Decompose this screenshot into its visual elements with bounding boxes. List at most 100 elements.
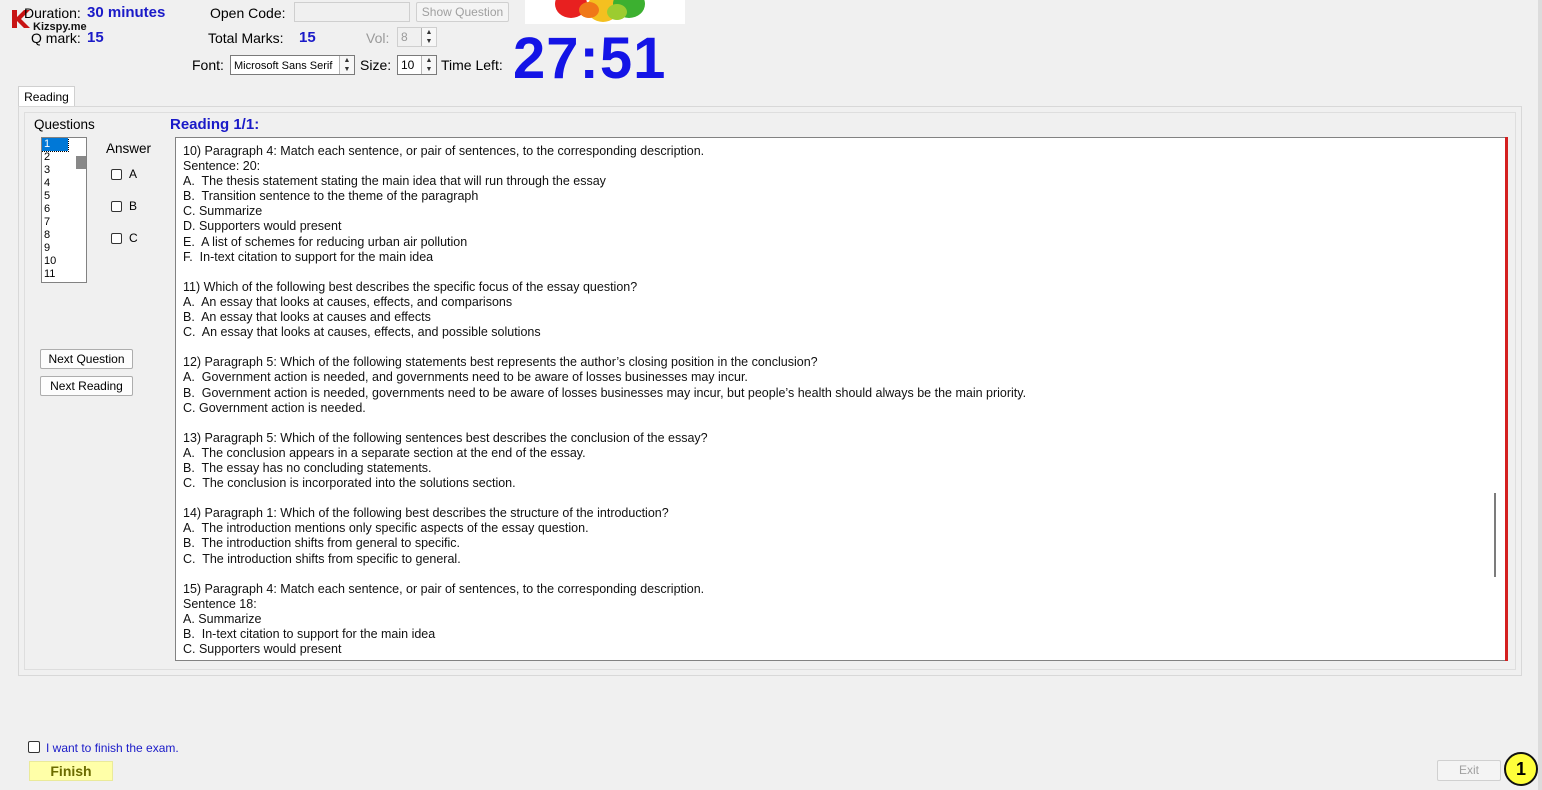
font-value: Microsoft Sans Serif bbox=[234, 60, 333, 72]
reading-line: C. Supporters would present bbox=[183, 642, 342, 657]
list-item[interactable]: 6 bbox=[42, 203, 68, 216]
total-marks-value: 15 bbox=[299, 29, 316, 46]
duration-value: 30 minutes bbox=[87, 4, 166, 21]
size-spin-buttons[interactable]: ▲ ▼ bbox=[421, 56, 436, 74]
reading-line: Sentence 18: bbox=[183, 596, 257, 611]
qmark-label: Q mark: bbox=[31, 30, 81, 46]
reading-title: Reading 1/1: bbox=[170, 116, 260, 133]
reading-line: C. An essay that looks at causes, effect… bbox=[183, 325, 541, 340]
reading-line: 10) Paragraph 4: Match each sentence, or… bbox=[183, 144, 705, 158]
answer-b-label: B bbox=[129, 199, 138, 213]
next-reading-button[interactable]: Next Reading bbox=[40, 376, 133, 396]
finish-button[interactable]: Finish bbox=[29, 761, 113, 781]
reading-line bbox=[183, 567, 1026, 582]
time-left-value: 27:51 bbox=[513, 26, 667, 91]
list-item[interactable]: 8 bbox=[42, 229, 68, 242]
exit-button[interactable]: Exit bbox=[1437, 760, 1501, 781]
list-item[interactable]: 1 bbox=[42, 138, 69, 152]
duration-label: Duration: bbox=[24, 5, 81, 21]
size-value: 10 bbox=[401, 58, 415, 72]
answer-b-checkbox[interactable] bbox=[111, 201, 122, 212]
window-edge bbox=[1538, 0, 1542, 790]
questions-list[interactable]: 1 2 3 4 5 6 7 8 9 10 11 bbox=[41, 137, 87, 283]
font-spin-buttons[interactable]: ▲ ▼ bbox=[339, 56, 354, 74]
answer-a-label: A bbox=[129, 167, 138, 181]
reading-line: 13) Paragraph 5: Which of the following … bbox=[183, 430, 708, 445]
reading-line: C. Summarize bbox=[183, 204, 263, 219]
reading-textbox[interactable]: 10) Paragraph 4: Match each sentence, or… bbox=[175, 137, 1506, 661]
open-code-label: Open Code: bbox=[210, 5, 286, 21]
up-arrow-icon[interactable]: ▲ bbox=[422, 28, 436, 37]
answer-a-checkbox[interactable] bbox=[111, 169, 122, 180]
size-label: Size: bbox=[360, 57, 392, 73]
reading-line: B. The essay has no concluding statement… bbox=[183, 460, 432, 475]
qmark-value: 15 bbox=[87, 29, 104, 46]
reading-line bbox=[183, 265, 1026, 280]
answer-c-label: C bbox=[129, 231, 138, 245]
time-left-label: Time Left: bbox=[441, 57, 503, 73]
reading-content: 10) Paragraph 4: Match each sentence, or… bbox=[183, 144, 1026, 657]
reading-line: 12) Paragraph 5: Which of the following … bbox=[183, 355, 818, 370]
reading-line: B. Government action is needed, governme… bbox=[183, 385, 1027, 400]
reading-line: A. An essay that looks at causes, effect… bbox=[183, 294, 513, 309]
list-item[interactable]: 7 bbox=[42, 216, 68, 229]
show-question-button[interactable]: Show Question bbox=[416, 2, 509, 22]
finish-exam-checkbox[interactable] bbox=[28, 741, 40, 753]
reading-line: 14) Paragraph 1: Which of the following … bbox=[183, 506, 669, 521]
reading-line: C. Government action is needed. bbox=[183, 400, 366, 415]
reading-line: C. The introduction shifts from specific… bbox=[183, 551, 461, 566]
leaves-icon bbox=[555, 0, 645, 22]
banner-image bbox=[525, 0, 685, 24]
reading-line: Sentence: 20: bbox=[183, 159, 261, 174]
list-item[interactable]: 9 bbox=[42, 242, 68, 255]
vol-value: 8 bbox=[401, 30, 408, 44]
step-badge: 1 bbox=[1504, 752, 1538, 786]
reading-line: A. The conclusion appears in a separate … bbox=[183, 445, 586, 460]
open-code-input[interactable] bbox=[294, 2, 410, 22]
vol-stepper[interactable]: 8 ▲ ▼ bbox=[397, 27, 437, 47]
reading-line: B. An essay that looks at causes and eff… bbox=[183, 310, 431, 325]
finish-exam-label: I want to finish the exam. bbox=[46, 741, 179, 755]
vol-spin-buttons[interactable]: ▲ ▼ bbox=[421, 28, 436, 46]
list-item[interactable]: 2 bbox=[42, 151, 68, 164]
reading-line: B. Transition sentence to the theme of t… bbox=[183, 189, 479, 204]
questions-scrollbar[interactable] bbox=[76, 156, 86, 169]
reading-line: 15) Paragraph 4: Match each sentence, or… bbox=[183, 581, 705, 596]
answer-title: Answer bbox=[106, 141, 152, 156]
reading-scrollbar-thumb[interactable] bbox=[1494, 493, 1496, 577]
reading-line: A. The thesis statement stating the main… bbox=[183, 174, 606, 189]
reading-line: B. In-text citation to support for the m… bbox=[183, 627, 436, 641]
down-arrow-icon[interactable]: ▼ bbox=[422, 65, 436, 74]
font-select[interactable]: Microsoft Sans Serif ▲ ▼ bbox=[230, 55, 355, 75]
reading-line: 11) Which of the following best describe… bbox=[183, 279, 638, 294]
up-arrow-icon[interactable]: ▲ bbox=[340, 56, 354, 65]
tab-reading[interactable]: Reading bbox=[18, 86, 75, 107]
reading-line: A. Summarize bbox=[183, 611, 262, 626]
down-arrow-icon[interactable]: ▼ bbox=[422, 37, 436, 46]
answer-c-checkbox[interactable] bbox=[111, 233, 122, 244]
vol-label: Vol: bbox=[366, 30, 390, 46]
reading-line bbox=[183, 340, 1026, 355]
next-question-button[interactable]: Next Question bbox=[40, 349, 133, 369]
list-item[interactable]: 3 bbox=[42, 164, 68, 177]
reading-line bbox=[183, 416, 1026, 431]
font-label: Font: bbox=[192, 57, 224, 73]
questions-title: Questions bbox=[34, 117, 95, 132]
reading-line: F. In-text citation to support for the m… bbox=[183, 249, 434, 264]
reading-line: D. Supporters would present bbox=[183, 219, 342, 234]
list-item[interactable]: 10 bbox=[42, 255, 68, 268]
reading-line: B. The introduction shifts from general … bbox=[183, 536, 460, 551]
reading-line: A. Government action is needed, and gove… bbox=[183, 370, 748, 385]
reading-line: C. The conclusion is incorporated into t… bbox=[183, 476, 516, 491]
list-item[interactable]: 11 bbox=[42, 268, 68, 281]
list-item[interactable]: 4 bbox=[42, 177, 68, 190]
size-stepper[interactable]: 10 ▲ ▼ bbox=[397, 55, 437, 75]
list-item[interactable]: 5 bbox=[42, 190, 68, 203]
reading-line: E. A list of schemes for reducing urban … bbox=[183, 234, 468, 249]
up-arrow-icon[interactable]: ▲ bbox=[422, 56, 436, 65]
total-marks-label: Total Marks: bbox=[208, 30, 284, 46]
scroll-indicator-bar bbox=[1505, 137, 1508, 661]
down-arrow-icon[interactable]: ▼ bbox=[340, 65, 354, 74]
reading-line bbox=[183, 491, 1026, 506]
reading-line: A. The introduction mentions only specif… bbox=[183, 521, 589, 536]
